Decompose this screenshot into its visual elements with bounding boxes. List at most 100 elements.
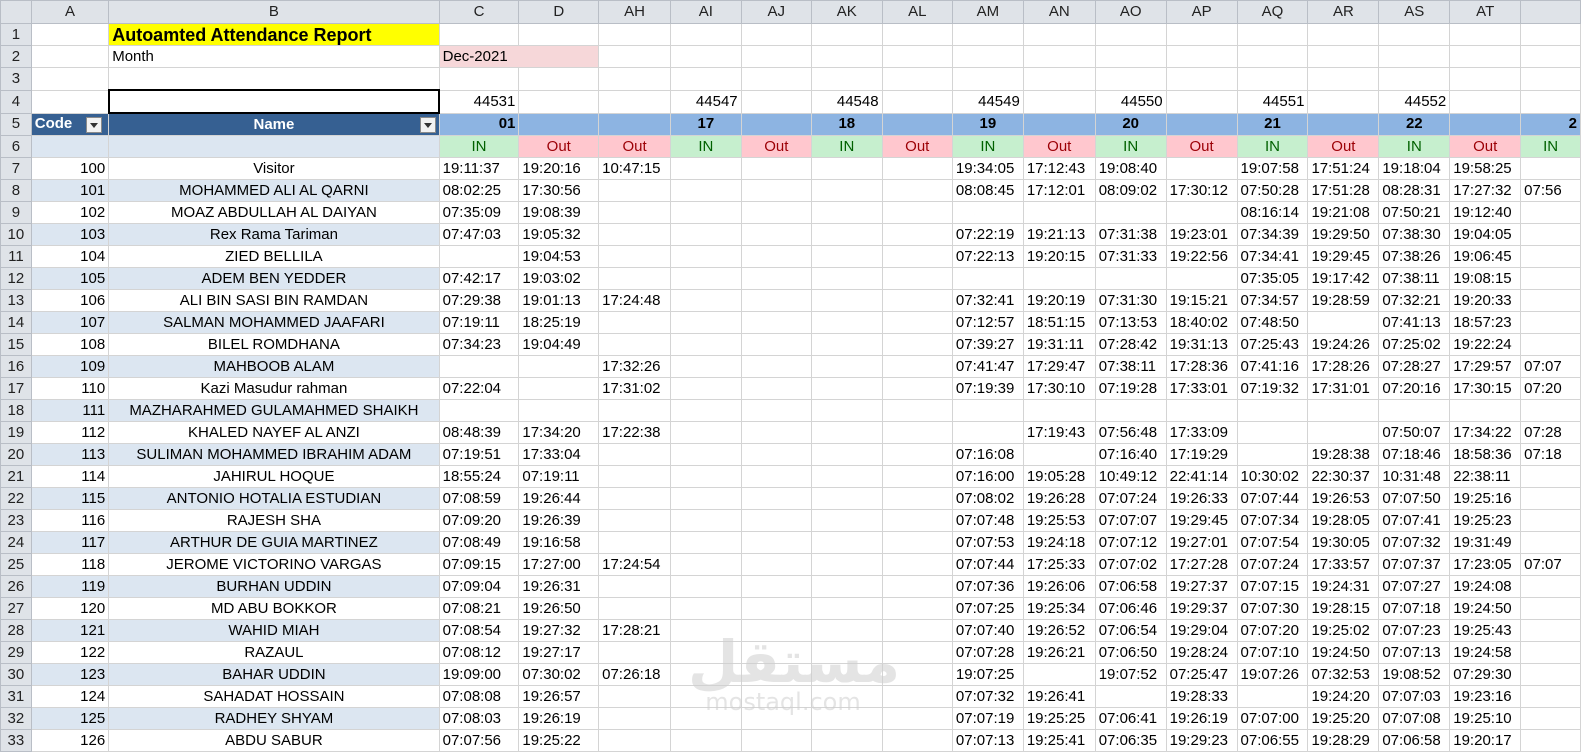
time-cell[interactable]	[881, 443, 953, 466]
time-cell[interactable]	[598, 223, 672, 246]
time-cell[interactable]: 07:07:03	[1378, 685, 1451, 708]
cell[interactable]	[881, 89, 953, 114]
cell[interactable]	[951, 23, 1024, 46]
time-cell[interactable]	[1307, 311, 1380, 334]
time-cell[interactable]	[1520, 399, 1581, 422]
time-cell[interactable]: 07:13:53	[1094, 311, 1167, 334]
time-cell[interactable]: 19:28:29	[1307, 729, 1380, 752]
time-cell[interactable]	[1165, 157, 1238, 180]
time-cell[interactable]	[740, 531, 812, 554]
time-cell[interactable]: 17:33:09	[1165, 421, 1238, 444]
time-cell[interactable]	[438, 355, 520, 378]
out-label[interactable]: Out	[881, 135, 953, 158]
employee-code[interactable]: 100	[30, 157, 110, 180]
out-label[interactable]: Out	[1449, 135, 1522, 158]
time-cell[interactable]: 19:34:05	[951, 157, 1024, 180]
day-header[interactable]: 22	[1378, 112, 1451, 136]
time-cell[interactable]: 07:18	[1520, 443, 1581, 466]
time-cell[interactable]	[598, 597, 672, 620]
time-cell[interactable]: 17:31:02	[598, 377, 672, 400]
time-cell[interactable]: 19:25:23	[1449, 509, 1522, 532]
time-cell[interactable]	[598, 729, 672, 752]
column-header[interactable]: C	[438, 0, 520, 24]
employee-name[interactable]: ANTONIO HOTALIA ESTUDIAN	[108, 487, 440, 510]
time-cell[interactable]	[740, 377, 812, 400]
out-label[interactable]: Out	[740, 135, 812, 158]
cell[interactable]	[810, 45, 883, 68]
time-cell[interactable]: 17:25:33	[1022, 553, 1096, 576]
column-header[interactable]: AO	[1094, 0, 1167, 24]
time-cell[interactable]	[881, 289, 953, 312]
time-cell[interactable]	[670, 355, 742, 378]
time-cell[interactable]	[881, 223, 953, 246]
time-cell[interactable]	[740, 223, 812, 246]
employee-code[interactable]: 108	[30, 333, 110, 356]
time-cell[interactable]	[670, 575, 742, 598]
time-cell[interactable]: 07:07:02	[1094, 553, 1167, 576]
time-cell[interactable]: 07:41:16	[1236, 355, 1309, 378]
time-cell[interactable]: 08:08:45	[951, 179, 1024, 202]
time-cell[interactable]: 07:07:00	[1236, 707, 1309, 730]
time-cell[interactable]: 19:04:49	[518, 333, 600, 356]
time-cell[interactable]: 19:07:25	[951, 663, 1024, 686]
time-cell[interactable]: 07:16:00	[951, 465, 1024, 488]
time-cell[interactable]: 07:35:09	[438, 201, 520, 224]
time-cell[interactable]	[881, 729, 953, 752]
time-cell[interactable]	[598, 531, 672, 554]
time-cell[interactable]	[740, 553, 812, 576]
column-header[interactable]: AL	[881, 0, 953, 24]
time-cell[interactable]	[1307, 399, 1380, 422]
employee-name[interactable]: ARTHUR DE GUIA MARTINEZ	[108, 531, 440, 554]
day-header-blank[interactable]	[1022, 112, 1096, 136]
cell[interactable]	[1094, 45, 1167, 68]
day-header-blank[interactable]	[1307, 112, 1380, 136]
row-header[interactable]: 27	[0, 597, 32, 620]
time-cell[interactable]: 19:29:50	[1307, 223, 1380, 246]
time-cell[interactable]: 07:07:25	[951, 597, 1024, 620]
cell[interactable]	[1378, 23, 1451, 46]
time-cell[interactable]: 19:03:02	[518, 267, 600, 290]
time-cell[interactable]: 07:09:04	[438, 575, 520, 598]
cell[interactable]	[108, 135, 440, 158]
day-header[interactable]: 21	[1236, 112, 1309, 136]
time-cell[interactable]	[1520, 487, 1581, 510]
time-cell[interactable]	[740, 245, 812, 268]
time-cell[interactable]	[881, 245, 953, 268]
time-cell[interactable]: 07:08:12	[438, 641, 520, 664]
employee-name[interactable]: Kazi Masudur rahman	[108, 377, 440, 400]
time-cell[interactable]: 22:38:11	[1449, 465, 1522, 488]
employee-code[interactable]: 117	[30, 531, 110, 554]
row-header[interactable]: 3	[0, 67, 32, 91]
employee-code[interactable]: 112	[30, 421, 110, 444]
time-cell[interactable]: 07:22:19	[951, 223, 1024, 246]
time-cell[interactable]: 07:31:30	[1094, 289, 1167, 312]
time-cell[interactable]	[1520, 619, 1581, 642]
time-cell[interactable]	[740, 465, 812, 488]
time-cell[interactable]: 17:33:01	[1165, 377, 1238, 400]
time-cell[interactable]: 07:38:11	[1378, 267, 1451, 290]
time-cell[interactable]: 18:57:23	[1449, 311, 1522, 334]
time-cell[interactable]: 07:41:47	[951, 355, 1024, 378]
time-cell[interactable]: 19:30:05	[1307, 531, 1380, 554]
row-header[interactable]: 4	[0, 89, 32, 114]
time-cell[interactable]	[1520, 575, 1581, 598]
time-cell[interactable]: 07:25:02	[1378, 333, 1451, 356]
time-cell[interactable]	[670, 729, 742, 752]
time-cell[interactable]	[1520, 663, 1581, 686]
time-cell[interactable]	[1520, 707, 1581, 730]
time-cell[interactable]: 19:24:50	[1307, 641, 1380, 664]
time-cell[interactable]: 07:20	[1520, 377, 1581, 400]
time-cell[interactable]: 19:11:37	[438, 157, 520, 180]
time-cell[interactable]: 07:07:37	[1378, 553, 1451, 576]
time-cell[interactable]: 19:26:39	[518, 509, 600, 532]
time-cell[interactable]	[1520, 311, 1581, 334]
time-cell[interactable]: 07:32:21	[1378, 289, 1451, 312]
time-cell[interactable]: 17:34:22	[1449, 421, 1522, 444]
time-cell[interactable]: 07:19:32	[1236, 377, 1309, 400]
time-cell[interactable]: 07:32:41	[951, 289, 1024, 312]
employee-code[interactable]: 126	[30, 729, 110, 752]
day-header[interactable]: 17	[670, 112, 742, 136]
time-cell[interactable]: 17:28:36	[1165, 355, 1238, 378]
time-cell[interactable]: 07:07:24	[1094, 487, 1167, 510]
time-cell[interactable]	[810, 179, 883, 202]
